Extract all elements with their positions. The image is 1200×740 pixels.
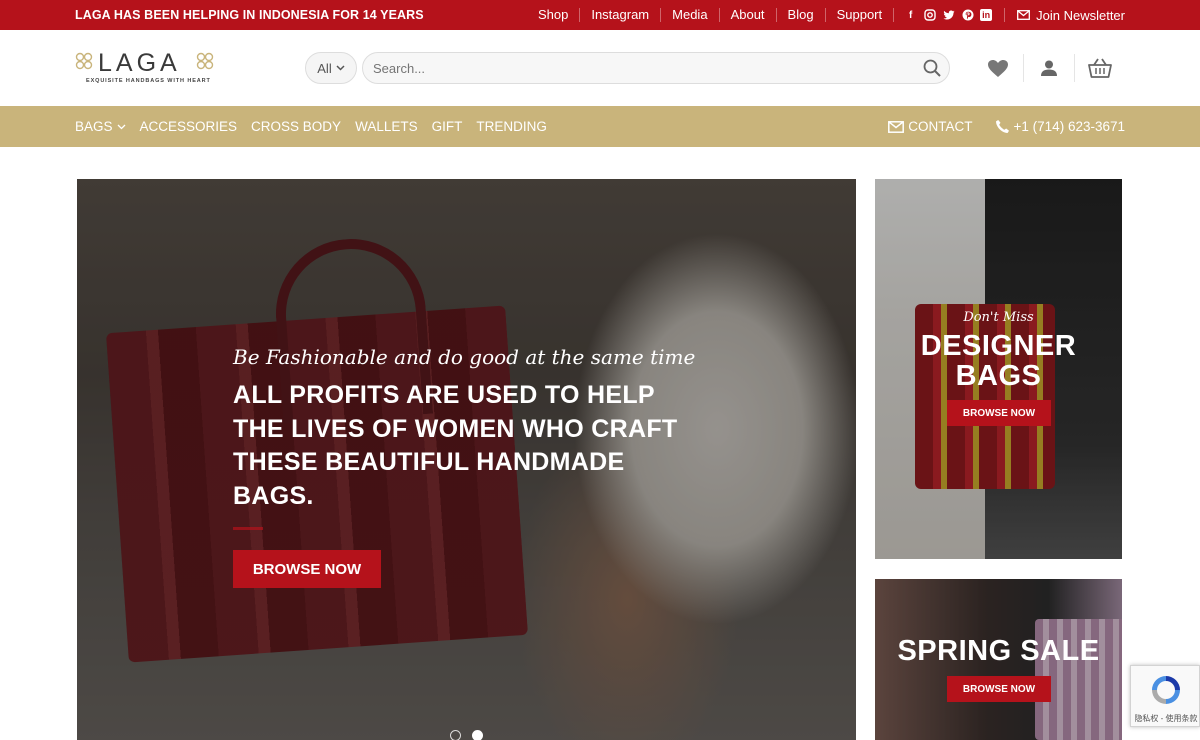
nav-item-bags[interactable]: BAGS [75, 119, 126, 134]
phone-label: +1 (714) 623-3671 [1013, 119, 1125, 134]
knot-ornament-right [196, 52, 214, 70]
slider-dot-1[interactable] [450, 730, 461, 740]
hero-title: ALL PROFITS ARE USED TO HELP THE LIVES O… [233, 381, 678, 510]
knot-ornament-left [75, 52, 93, 70]
user-icon [1041, 60, 1057, 76]
site-header: LAGA EXQUISITE HANDBAGS WITH HEART All [0, 30, 1200, 106]
phone-icon [995, 120, 1009, 133]
promo-text: LAGA HAS BEEN HELPING IN INDONESIA FOR 1… [75, 8, 424, 22]
banner-title: SPRING SALE [897, 635, 1100, 667]
top-link-blog[interactable]: Blog [775, 8, 825, 22]
nav-item-wallets[interactable]: WALLETS [355, 119, 418, 134]
top-link-about[interactable]: About [718, 8, 776, 22]
logo-wordmark: LAGA [98, 49, 181, 77]
recaptcha-badge[interactable]: 隐私权 - 使用条款 [1130, 665, 1200, 727]
spring-sale-browse-button[interactable]: BROWSE NOW [947, 676, 1051, 702]
nav-item-accessories[interactable]: ACCESSORIES [140, 119, 238, 134]
top-bar: LAGA HAS BEEN HELPING IN INDONESIA FOR 1… [0, 0, 1200, 30]
designer-bags-banner[interactable]: Don't Miss DESIGNER BAGS BROWSE NOW [875, 179, 1122, 559]
search-icon[interactable] [922, 58, 942, 78]
logo-tagline: EXQUISITE HANDBAGS WITH HEART [86, 78, 211, 84]
nav-item-gift[interactable]: GIFT [432, 119, 463, 134]
hero-divider [233, 527, 263, 530]
contact-label: CONTACT [908, 119, 973, 134]
banner-title: DESIGNER BAGS [920, 330, 1077, 392]
envelope-icon [1017, 10, 1031, 20]
nav-item-trending[interactable]: TRENDING [476, 119, 547, 134]
top-link-shop[interactable]: Shop [527, 8, 579, 22]
twitter-icon[interactable] [942, 9, 955, 22]
top-link-media[interactable]: Media [660, 8, 718, 22]
newsletter-label: Join Newsletter [1036, 7, 1125, 23]
phone-link[interactable]: +1 (714) 623-3671 [995, 119, 1125, 134]
hero-slider: Be Fashionable and do good at the same t… [77, 179, 856, 740]
join-newsletter-link[interactable]: Join Newsletter [1004, 7, 1125, 23]
top-link-instagram[interactable]: Instagram [579, 8, 660, 22]
top-link-support[interactable]: Support [824, 8, 894, 22]
cart-button[interactable] [1075, 52, 1125, 84]
account-button[interactable] [1024, 52, 1074, 84]
nav-label: BAGS [75, 119, 113, 134]
chevron-down-icon [336, 65, 345, 71]
wishlist-button[interactable] [973, 52, 1023, 84]
laga-logo[interactable]: LAGA EXQUISITE HANDBAGS WITH HEART [74, 49, 219, 89]
search-category-value: All [317, 60, 332, 76]
search-input[interactable] [362, 52, 950, 84]
pinterest-icon[interactable] [961, 9, 974, 22]
recaptcha-terms[interactable]: 隐私权 - 使用条款 [1131, 713, 1200, 724]
hero-browse-now-button[interactable]: BROWSE NOW [233, 550, 381, 588]
search-bar: All [305, 52, 950, 84]
social-links: f in [893, 8, 1004, 22]
spring-sale-banner[interactable]: SPRING SALE BROWSE NOW [875, 579, 1122, 740]
header-actions [973, 52, 1125, 84]
instagram-icon[interactable] [923, 9, 936, 22]
nav-item-cross-body[interactable]: CROSS BODY [251, 119, 341, 134]
search-category-select[interactable]: All [305, 52, 357, 84]
hero-script-text: Be Fashionable and do good at the same t… [233, 345, 696, 369]
heart-icon [988, 59, 1008, 77]
slider-dot-2[interactable] [472, 730, 483, 740]
banner-script-text: Don't Miss [963, 310, 1034, 325]
facebook-icon[interactable]: f [904, 9, 917, 22]
envelope-icon [888, 120, 905, 133]
recaptcha-icon [1152, 676, 1180, 704]
basket-icon [1088, 58, 1112, 78]
main-navigation: BAGS ACCESSORIES CROSS BODY WALLETS GIFT… [0, 106, 1200, 147]
designer-bags-browse-button[interactable]: BROWSE NOW [947, 400, 1051, 426]
chevron-down-icon [117, 124, 125, 129]
top-nav: Shop Instagram Media About Blog Support … [527, 0, 1125, 30]
linkedin-icon[interactable]: in [980, 9, 993, 21]
contact-link[interactable]: CONTACT [888, 119, 973, 134]
slider-dots [450, 730, 483, 740]
